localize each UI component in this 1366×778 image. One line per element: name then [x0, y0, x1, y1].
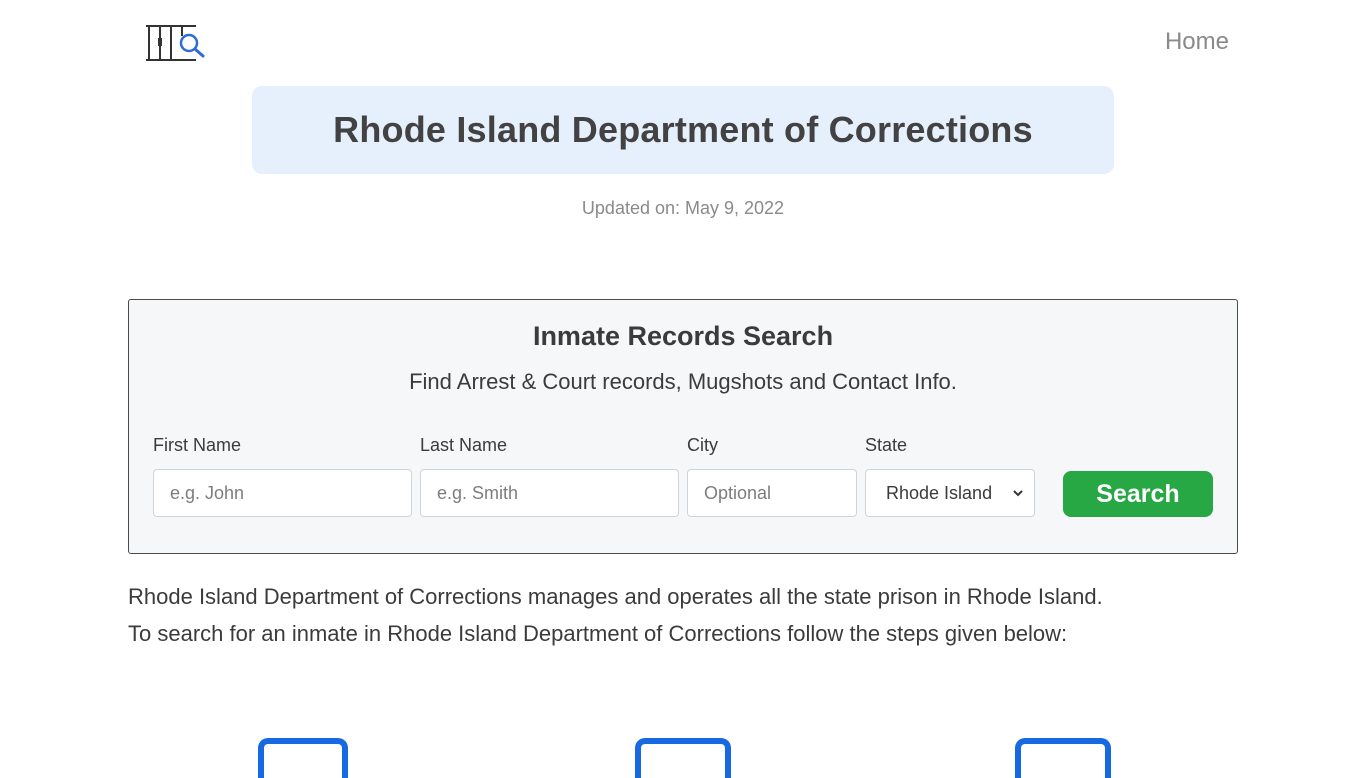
- intro-line-1: Rhode Island Department of Corrections m…: [128, 584, 1103, 609]
- last-name-label: Last Name: [420, 435, 508, 455]
- last-name-input[interactable]: [420, 469, 679, 517]
- step-1-icon: [258, 738, 348, 778]
- step-2-icon: [635, 738, 731, 778]
- chevron-down-icon: [1013, 490, 1023, 497]
- intro-line-2: To search for an inmate in Rhode Island …: [128, 621, 1068, 646]
- intro-text: Rhode Island Department of Corrections m…: [128, 578, 1238, 652]
- search-title: Inmate Records Search: [532, 321, 834, 351]
- page-title: Rhode Island Department of Corrections: [333, 109, 1033, 150]
- updated-date: Updated on: May 9, 2022: [581, 198, 785, 218]
- search-subtitle: Find Arrest & Court records, Mugshots an…: [409, 369, 957, 394]
- city-label: City: [687, 435, 718, 455]
- state-select[interactable]: Rhode Island: [865, 469, 1035, 517]
- state-label: State: [865, 435, 908, 455]
- state-select-value: Rhode Island: [886, 482, 993, 503]
- first-name-label: First Name: [153, 435, 242, 455]
- jail-bars-magnifier-icon[interactable]: [144, 22, 206, 64]
- first-name-input[interactable]: [153, 469, 412, 517]
- inmate-search-form: Inmate Records Search Find Arrest & Cour…: [128, 299, 1238, 554]
- nav-home-link[interactable]: Home: [1165, 28, 1229, 56]
- search-button[interactable]: Search: [1063, 471, 1213, 517]
- title-banner: Rhode Island Department of Corrections: [252, 86, 1114, 174]
- city-input[interactable]: [687, 469, 857, 517]
- step-3-icon: [1015, 738, 1111, 778]
